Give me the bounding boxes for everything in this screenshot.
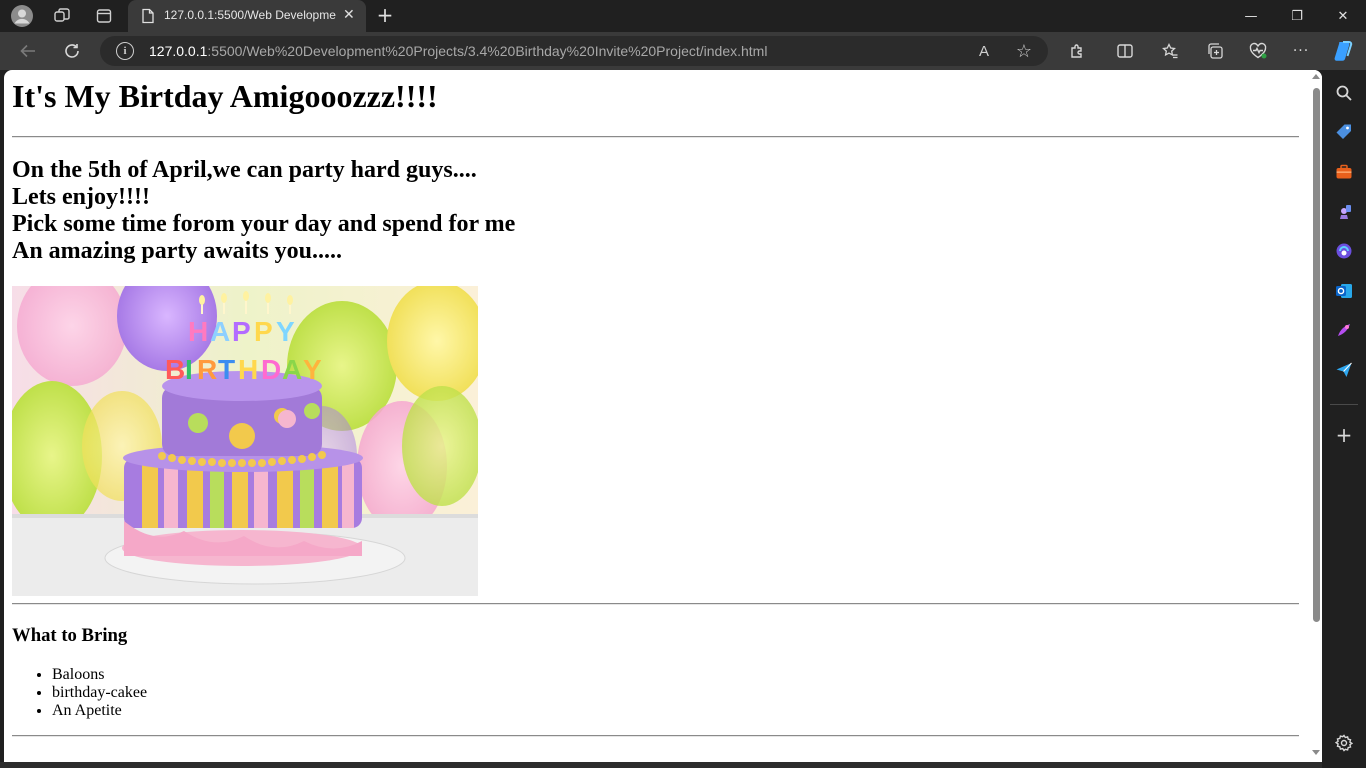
invite-line: Pick some time forom your day and spend … <box>12 211 516 237</box>
browser-toolbar: i 127.0.0.1:5500/Web%20Development%20Pro… <box>0 32 1366 70</box>
what-to-bring-heading: What to Bring <box>12 625 128 646</box>
svg-text:T: T <box>218 354 235 385</box>
page-heading: It's My Birtday Amigooozzz!!!! <box>12 78 438 114</box>
invite-line: On the 5th of April,we can party hard gu… <box>12 157 477 183</box>
divider-2 <box>12 603 1299 605</box>
invite-message: On the 5th of April,we can party hard gu… <box>12 157 515 265</box>
minimize-button[interactable]: — <box>1228 0 1274 32</box>
scroll-down-arrow[interactable] <box>1312 750 1320 755</box>
svg-text:Y: Y <box>276 316 295 347</box>
invite-line: Lets enjoy!!!! <box>12 184 150 210</box>
refresh-button[interactable] <box>60 39 84 63</box>
divider-1 <box>12 136 1299 138</box>
games-icon[interactable] <box>1335 203 1353 221</box>
tools-briefcase-icon[interactable] <box>1335 163 1353 181</box>
birthday-cake-image: HAPPY BIRTHDAY <box>12 286 478 596</box>
sidebar-divider <box>1330 404 1358 405</box>
outlook-icon[interactable] <box>1335 282 1353 300</box>
invite-line: An amazing party awaits you..... <box>12 238 343 264</box>
page-icon <box>136 4 160 28</box>
edge-sidebar: + <box>1322 70 1366 768</box>
extensions-icon[interactable] <box>1065 39 1089 63</box>
page-viewport: It's My Birtday Amigooozzz!!!! On the 5t… <box>4 70 1322 762</box>
tab-close-icon[interactable]: ✕ <box>343 7 355 23</box>
page-scrollbar[interactable] <box>1310 70 1322 762</box>
svg-text:A: A <box>210 316 230 347</box>
divider-3 <box>12 735 1299 737</box>
svg-text:I: I <box>185 354 193 385</box>
tab-strip: 127.0.0.1:5500/Web Development Projects/… <box>0 0 1366 32</box>
vertical-tabs-icon[interactable] <box>92 4 116 28</box>
profile-avatar-icon[interactable] <box>10 4 34 28</box>
restore-button[interactable]: ❐ <box>1274 0 1320 32</box>
svg-text:A: A <box>282 354 302 385</box>
svg-text:R: R <box>197 354 217 385</box>
send-icon[interactable] <box>1335 361 1353 379</box>
list-item: birthday-cakee <box>52 684 147 702</box>
scrollbar-thumb[interactable] <box>1313 88 1320 622</box>
address-bar[interactable]: i 127.0.0.1:5500/Web%20Development%20Pro… <box>100 36 1048 66</box>
browser-essentials-icon[interactable] <box>1246 39 1270 63</box>
copilot-sidebar-icon[interactable] <box>1335 242 1353 260</box>
split-screen-icon[interactable] <box>1113 39 1137 63</box>
window-bottom-edge <box>0 762 1322 768</box>
new-tab-button[interactable]: + <box>374 4 396 26</box>
bring-list: Baloons birthday-cakee An Apetite <box>12 666 147 720</box>
svg-text:P: P <box>232 316 251 347</box>
favorite-star-icon[interactable]: ☆ <box>1014 41 1034 62</box>
svg-text:H: H <box>188 316 208 347</box>
site-info-icon[interactable]: i <box>116 42 134 60</box>
tab-title: 127.0.0.1:5500/Web Development Projects/… <box>164 8 336 22</box>
svg-text:H: H <box>238 354 258 385</box>
url-text[interactable]: 127.0.0.1:5500/Web%20Development%20Proje… <box>149 43 767 59</box>
scroll-up-arrow[interactable] <box>1312 74 1320 79</box>
designer-icon[interactable] <box>1335 321 1353 339</box>
settings-more-icon[interactable]: ··· <box>1289 39 1313 63</box>
copilot-icon[interactable] <box>1331 39 1355 63</box>
workspaces-icon[interactable] <box>50 4 74 28</box>
read-aloud-icon[interactable]: A <box>974 41 994 61</box>
sidebar-settings-icon[interactable] <box>1334 734 1354 752</box>
svg-text:Y: Y <box>303 354 322 385</box>
list-item: Baloons <box>52 666 147 684</box>
svg-text:D: D <box>261 354 281 385</box>
add-sidebar-app-button[interactable]: + <box>1333 424 1355 446</box>
url-path: :5500/Web%20Development%20Projects/3.4%2… <box>207 43 768 59</box>
collections-icon[interactable] <box>1203 39 1227 63</box>
favorites-icon[interactable] <box>1158 39 1182 63</box>
window-close-button[interactable]: ✕ <box>1320 0 1366 32</box>
active-tab[interactable]: 127.0.0.1:5500/Web Development Projects/… <box>128 0 366 32</box>
svg-text:B: B <box>165 354 185 385</box>
url-host: 127.0.0.1 <box>149 43 208 59</box>
back-button[interactable] <box>16 39 40 63</box>
shopping-tag-icon[interactable] <box>1335 123 1353 141</box>
svg-text:P: P <box>254 316 273 347</box>
search-icon[interactable] <box>1335 84 1353 102</box>
list-item: An Apetite <box>52 702 147 720</box>
